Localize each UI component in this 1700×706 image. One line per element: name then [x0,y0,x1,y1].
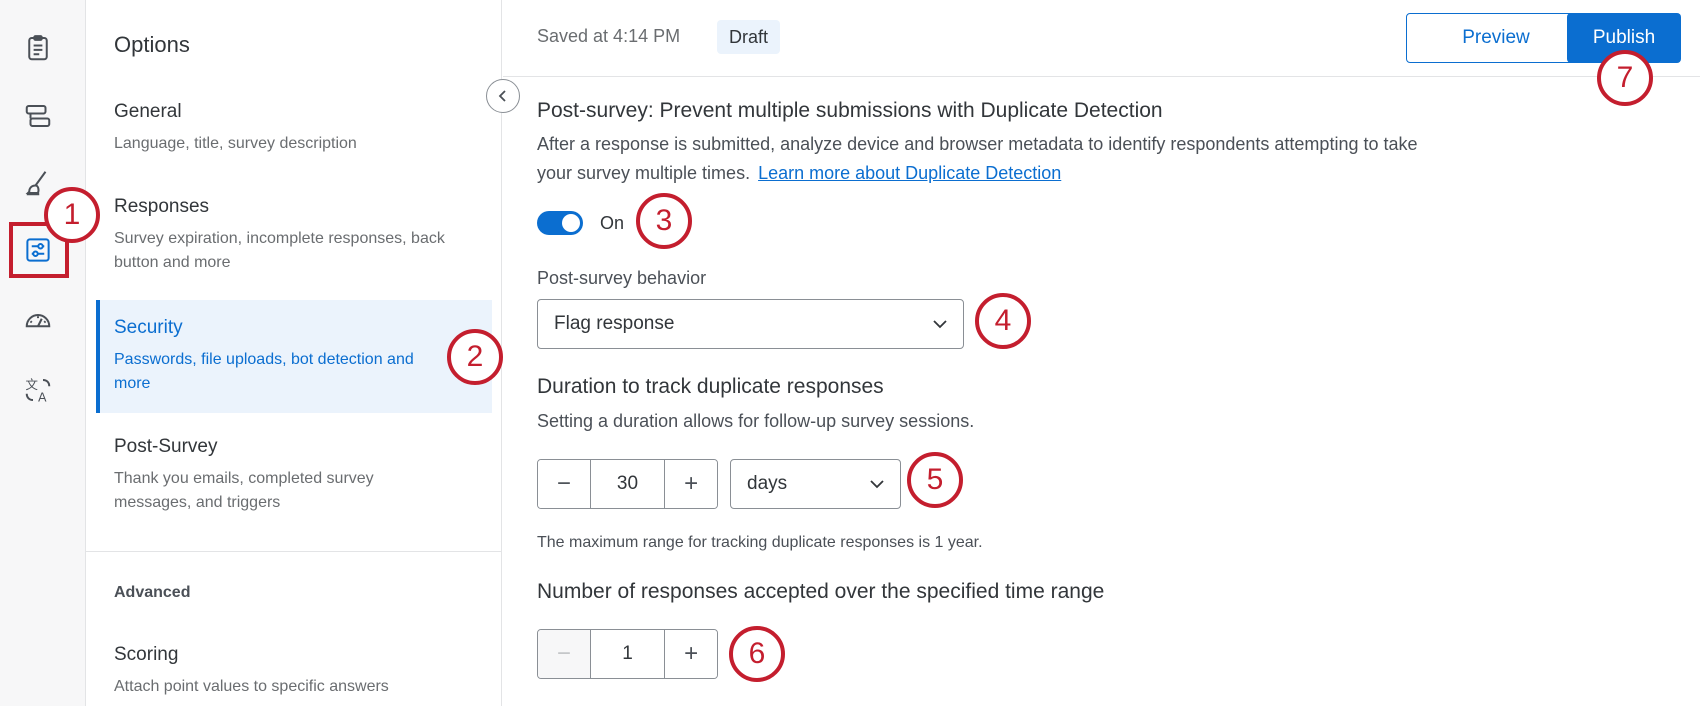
duration-unit-value: days [747,473,788,494]
callout-1: 1 [44,187,100,243]
duration-hint: The maximum range for tracking duplicate… [537,534,983,551]
callout-2: 2 [447,329,503,385]
option-desc: Survey expiration, incomplete responses,… [114,230,445,271]
duration-stepper: − 30 + [537,459,718,509]
behavior-label: Post-survey behavior [537,268,707,288]
options-divider [86,551,502,552]
saved-status: Saved at 4:14 PM [537,26,681,46]
section-desc-line2: your survey multiple times. Learn more ab… [537,159,1061,188]
option-desc: Thank you emails, completed survey messa… [114,470,374,511]
option-label: Responses [114,196,210,217]
learn-more-link[interactable]: Learn more about Duplicate Detection [758,163,1061,183]
option-label: General [114,101,182,122]
option-security[interactable]: Security Passwords, file uploads, bot de… [96,300,492,413]
option-label: Post-Survey [114,436,218,457]
duration-unit-select[interactable]: days [730,459,901,509]
count-increment-button[interactable]: + [665,630,717,678]
duration-value[interactable]: 30 [589,460,666,508]
left-nav-rail: 文A [0,0,86,706]
workflow-icon[interactable] [18,96,58,136]
status-badge: Draft [717,20,781,54]
duration-title: Duration to track duplicate responses [537,375,884,398]
section-title: Post-survey: Prevent multiple submission… [537,99,1163,122]
chevron-left-icon [498,90,506,102]
callout-5: 5 [907,452,963,508]
options-title: Options [114,32,190,57]
options-panel: Options General Language, title, survey … [86,0,502,706]
toggle-knob [562,214,580,232]
dashboard-icon[interactable] [18,300,58,340]
behavior-select[interactable]: Flag response [537,299,964,349]
callout-6: 6 [729,626,785,682]
advanced-heading: Advanced [114,584,191,601]
top-header: Saved at 4:14 PM Draft Preview [503,0,1700,77]
behavior-select-value: Flag response [554,313,675,334]
svg-text:A: A [38,389,47,404]
callout-7: 7 [1597,50,1653,106]
collapse-panel-button[interactable] [486,79,520,113]
option-scoring[interactable]: Scoring Attach point values to specific … [96,643,492,699]
option-desc: Language, title, survey description [114,135,357,152]
section-desc-text: your survey multiple times. [537,163,751,183]
duration-increment-button[interactable]: + [665,460,717,508]
option-responses[interactable]: Responses Survey expiration, incomplete … [96,195,492,275]
option-desc: Attach point values to specific answers [114,678,389,695]
duration-decrement-button[interactable]: − [538,460,590,508]
toggle-label: On [600,213,625,233]
duration-desc: Setting a duration allows for follow-up … [537,411,975,431]
count-value[interactable]: 1 [589,630,666,678]
duplicate-detection-toggle[interactable] [537,211,583,235]
option-general[interactable]: General Language, title, survey descript… [96,100,492,156]
callout-4: 4 [975,293,1031,349]
preview-button[interactable]: Preview [1406,13,1586,63]
survey-icon[interactable] [18,28,58,68]
section-desc-line1: After a response is submitted, analyze d… [537,134,1418,154]
translate-icon[interactable]: 文A [18,370,58,410]
svg-text:文: 文 [26,377,39,392]
option-label: Scoring [114,644,179,665]
option-desc: Passwords, file uploads, bot detection a… [114,351,414,392]
callout-3: 3 [636,193,692,249]
count-decrement-button[interactable]: − [538,630,590,678]
chevron-down-icon [933,320,947,329]
option-label: Security [114,317,183,338]
chevron-down-icon [870,480,884,489]
option-post-survey[interactable]: Post-Survey Thank you emails, completed … [96,435,492,515]
count-stepper: − 1 + [537,629,718,679]
count-title: Number of responses accepted over the sp… [537,580,1105,603]
